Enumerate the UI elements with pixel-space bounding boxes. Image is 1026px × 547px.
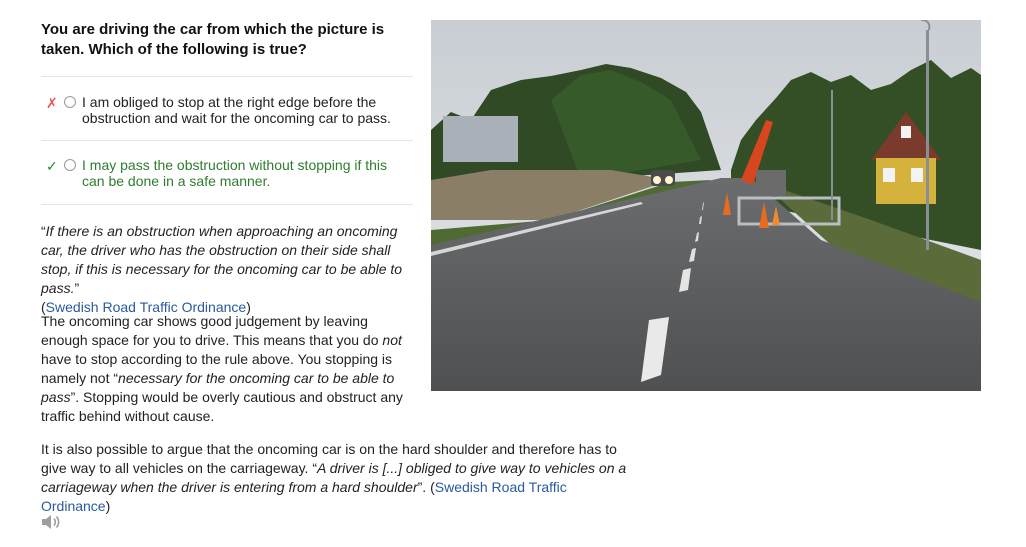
quote-close: ”	[74, 280, 80, 296]
cross-mark-icon: ✗	[46, 95, 58, 111]
law-quote: “If there is an obstruction when approac…	[41, 222, 419, 317]
speaker-icon[interactable]	[41, 514, 61, 530]
text-segment: ”. Stopping would be overly cautious and…	[41, 389, 403, 424]
quote-text: If there is an obstruction when approach…	[41, 223, 403, 296]
divider	[41, 204, 413, 205]
question-title: You are driving the car from which the p…	[41, 21, 385, 58]
emphasis-not: not	[382, 332, 402, 348]
divider	[41, 140, 413, 141]
text-segment: )	[105, 498, 111, 514]
road-photo	[431, 20, 981, 391]
text-segment: The oncoming car shows good judgement by…	[41, 313, 383, 348]
option-label[interactable]: I may pass the obstruction without stopp…	[82, 157, 402, 189]
divider	[41, 76, 413, 77]
text-segment: ”. (	[417, 479, 435, 495]
check-mark-icon: ✓	[46, 158, 58, 174]
option-label[interactable]: I am obliged to stop at the right edge b…	[82, 94, 402, 126]
radio-button[interactable]	[64, 159, 76, 171]
hard-shoulder-paragraph: It is also possible to argue that the on…	[41, 440, 639, 516]
explanation-paragraph: The oncoming car shows good judgement by…	[41, 312, 417, 426]
radio-button[interactable]	[64, 96, 76, 108]
